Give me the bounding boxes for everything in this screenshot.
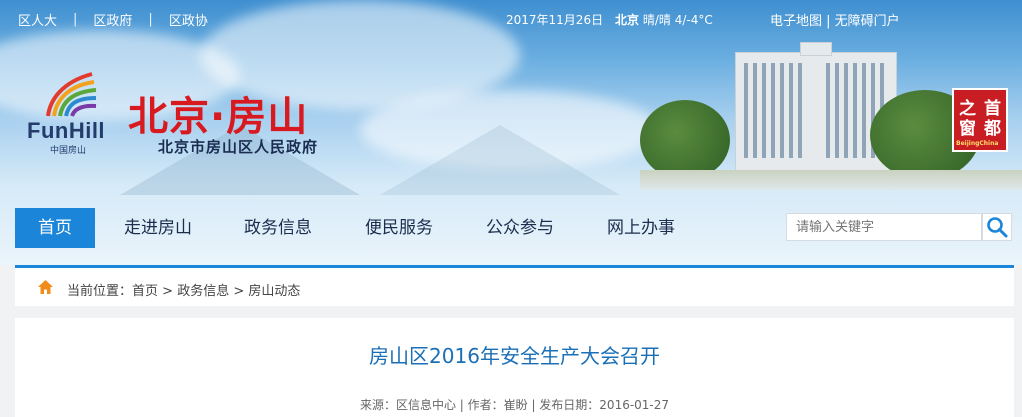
weather-city: 北京 [615, 13, 640, 27]
utility-links: 电子地图 | 无障碍门户 [770, 10, 900, 29]
building-top [800, 42, 832, 56]
separator: | [73, 12, 78, 27]
separator: | [826, 14, 835, 29]
weather-condition: 晴/晴 4/-4°C [642, 13, 713, 27]
link-accessibility-portal[interactable]: 无障碍门户 [835, 14, 900, 29]
nav-government-info[interactable]: 政务信息 [221, 208, 335, 248]
breadcrumb-home[interactable]: 首页 [132, 284, 158, 299]
link-district-cppcc[interactable]: 区政协 [169, 10, 208, 29]
breadcrumb-separator: > [229, 284, 249, 299]
ground [640, 170, 1022, 190]
weather-info: 北京 晴/晴 4/-4°C [615, 11, 713, 28]
link-electronic-map[interactable]: 电子地图 [770, 14, 822, 29]
nav-public-participation[interactable]: 公众参与 [463, 208, 577, 248]
seal-char: 都 [984, 119, 1001, 139]
top-links: 区人大 | 区政府 | 区政协 [18, 10, 208, 29]
site-subtitle: 北京市房山区人民政府 [158, 138, 319, 156]
link-district-government[interactable]: 区政府 [93, 10, 132, 29]
article-panel: 房山区2016年安全生产大会召开 来源：区信息中心 | 作者：崔盼 | 发布日期… [15, 318, 1014, 417]
logo-chinese-text: 中国房山 [50, 146, 87, 156]
building-windows [744, 63, 804, 158]
nav-about-fangshan[interactable]: 走进房山 [95, 208, 221, 248]
nav-home[interactable]: 首页 [15, 208, 95, 248]
site-title[interactable]: 北京·房山 [128, 84, 308, 142]
building [735, 52, 897, 174]
breadcrumb-separator: > [158, 284, 178, 299]
separator: | [148, 12, 153, 27]
capital-window-seal[interactable]: 首 都 之 窗 BeijingChina [952, 88, 1008, 152]
breadcrumb-prefix: 当前位置： [67, 284, 133, 299]
nav-public-services[interactable]: 便民服务 [335, 208, 463, 248]
mountain [380, 125, 620, 195]
breadcrumb: 当前位置：首页 > 政务信息 > 房山动态 [15, 268, 1014, 306]
nav-online-services[interactable]: 网上办事 [577, 208, 705, 248]
breadcrumb-trail: 当前位置：首页 > 政务信息 > 房山动态 [67, 280, 300, 299]
breadcrumb-government-info[interactable]: 政务信息 [177, 284, 229, 299]
breadcrumb-fangshan-news[interactable]: 房山动态 [248, 284, 300, 299]
article-meta: 来源：区信息中心 | 作者：崔盼 | 发布日期：2016-01-27 [359, 398, 670, 412]
seal-char: 窗 [959, 119, 976, 139]
search-button[interactable] [982, 213, 1012, 241]
search-icon [987, 217, 1008, 238]
top-bar: 区人大 | 区政府 | 区政协 2017年11月26日 北京 晴/晴 4/-4°… [0, 8, 1022, 30]
tree [640, 100, 730, 180]
search-input[interactable] [786, 213, 982, 241]
logo-english-text: FunHill [27, 118, 106, 143]
current-date: 2017年11月26日 [506, 13, 604, 27]
article-title: 房山区2016年安全生产大会召开 [369, 344, 660, 368]
funhill-logo-icon [46, 72, 97, 117]
seal-small-text: BeijingChina [956, 140, 999, 147]
home-icon [38, 280, 53, 294]
link-district-congress[interactable]: 区人大 [18, 10, 57, 29]
main-nav: 首页 走进房山 政务信息 便民服务 公众参与 网上办事 [15, 208, 705, 248]
